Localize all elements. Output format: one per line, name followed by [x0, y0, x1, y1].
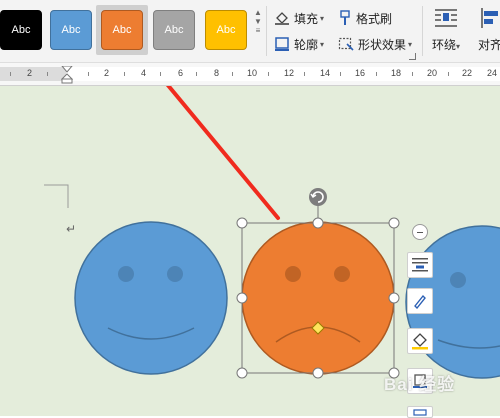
dialog-launcher-icon[interactable] [409, 53, 416, 60]
style-swatch-gold[interactable]: Abc [205, 10, 247, 50]
indent-marker-icon[interactable] [61, 66, 73, 84]
ruler-number: 2 [104, 68, 110, 78]
ribbon-separator [266, 6, 267, 56]
ruler-number: 4 [141, 68, 147, 78]
ruler-number: 16 [355, 68, 366, 78]
paint-bucket-icon [412, 333, 428, 350]
shape-effects-label: 形状效果 [358, 37, 407, 52]
style-swatch-gray[interactable]: Abc [153, 10, 195, 50]
outline-label: 轮廓 [294, 37, 319, 52]
ruler-number: 6 [178, 68, 184, 78]
ruler-number: 10 [247, 68, 258, 78]
fill-button[interactable]: 填充 ▾ [274, 9, 324, 27]
ruler-tick [412, 72, 413, 76]
float-fill-button[interactable] [407, 328, 433, 354]
chevron-down-icon: ▼ [254, 17, 262, 26]
ribbon-toolbar: Abc Abc Abc Abc Abc ▲ ▼ ≡ 填充 ▾ 轮廓 ▾ 格式刷 [0, 0, 500, 63]
ruler-tick [160, 72, 161, 76]
style-swatch-blue[interactable]: Abc [50, 10, 92, 50]
ruler-number: 22 [462, 68, 473, 78]
shape-effects-button[interactable]: 形状效果 ▾ [338, 35, 412, 53]
format-painter-label: 格式刷 [356, 11, 393, 26]
ruler-number: 8 [214, 68, 220, 78]
ruler-number: 2 [27, 68, 33, 78]
ruler-tick [340, 72, 341, 76]
ruler-tick [10, 72, 11, 76]
margin-corner-mark [44, 184, 69, 208]
float-outline-button[interactable] [407, 288, 433, 314]
wrap-text-icon [435, 9, 458, 27]
horizontal-ruler[interactable]: 2 2 4 6 8 10 12 14 16 18 20 22 24 [0, 63, 500, 86]
ruler-number: 12 [284, 68, 295, 78]
ruler-number: 18 [391, 68, 402, 78]
dropdown-caret-icon: ▾ [408, 39, 413, 49]
style-gallery-more-button[interactable]: ▲ ▼ ≡ [253, 8, 263, 54]
ruler-tick [448, 72, 449, 76]
document-shapes [44, 86, 500, 379]
ribbon-separator [422, 6, 423, 56]
ruler-tick [304, 72, 305, 76]
expand-gallery-icon: ≡ [255, 26, 261, 35]
pen-icon [414, 294, 426, 309]
shape-effects-icon [338, 37, 354, 51]
paragraph-mark: ↵ [66, 222, 77, 236]
align-button[interactable]: 对齐 [478, 6, 500, 53]
watermark-logo: Bai 经验 [384, 375, 456, 394]
wrap-text-label: 环绕 [432, 38, 457, 52]
ruler-tick [268, 72, 269, 76]
frowning-face-shape[interactable] [241, 221, 395, 375]
align-label: 对齐 [478, 38, 500, 52]
outline-button[interactable]: 轮廓 ▾ [274, 35, 324, 53]
format-painter-button[interactable]: 格式刷 [338, 9, 392, 27]
annotation-arrow [165, 86, 280, 220]
style-swatch-black[interactable]: Abc [0, 10, 42, 50]
outline-pen-icon [275, 37, 289, 51]
dropdown-caret-icon: ▾ [320, 39, 325, 49]
wrap-text-button[interactable]: 环绕▾ [432, 6, 460, 53]
ruler-tick [88, 72, 89, 76]
rotate-handle-icon[interactable] [309, 188, 327, 206]
fill-label: 填充 [294, 11, 319, 26]
paint-bucket-icon [275, 12, 289, 25]
float-more-button[interactable] [407, 406, 433, 418]
ruler-number: 24 [487, 68, 498, 78]
dropdown-caret-icon: ▾ [320, 13, 325, 23]
format-painter-icon [340, 10, 350, 25]
ruler-number: 20 [427, 68, 438, 78]
layout-options-icon [412, 258, 428, 272]
dropdown-caret-icon: ▾ [456, 42, 461, 51]
float-layout-options-button[interactable] [407, 252, 433, 278]
style-swatch-orange[interactable]: Abc [101, 10, 143, 50]
document-canvas[interactable]: ↵ Bai 经验 [0, 86, 500, 418]
chevron-up-icon: ▲ [254, 8, 262, 17]
ruler-tick [47, 72, 48, 76]
more-options-icon [413, 409, 427, 416]
ruler-number: 14 [320, 68, 331, 78]
ruler-tick [232, 72, 233, 76]
smiley-face-shape[interactable] [74, 221, 228, 375]
align-icon [481, 8, 498, 28]
collapse-toolbar-button[interactable] [412, 224, 428, 240]
ruler-tick [376, 72, 377, 76]
ruler-tick [196, 72, 197, 76]
ruler-tick [124, 72, 125, 76]
